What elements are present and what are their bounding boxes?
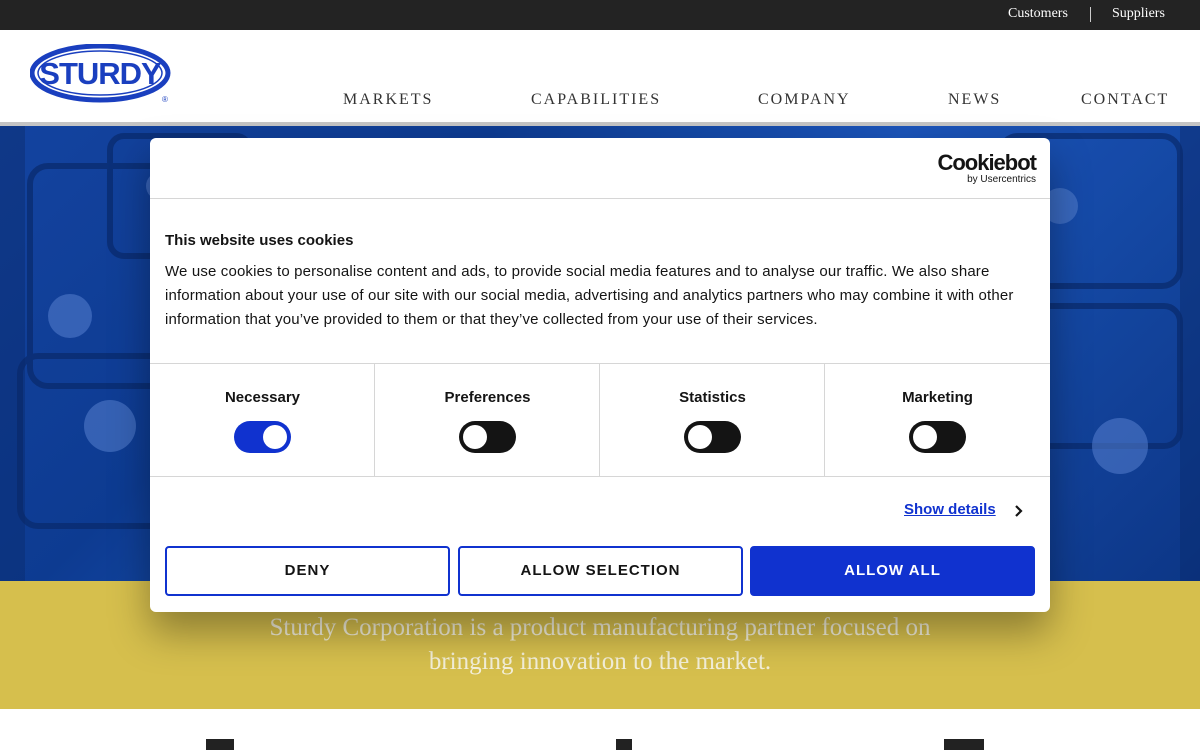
nav-company[interactable]: COMPANY [758, 91, 851, 109]
category-statistics: Statistics [600, 364, 825, 477]
svg-text:®: ® [162, 95, 168, 104]
content-fragment [944, 739, 984, 750]
suppliers-link[interactable]: Suppliers [1112, 6, 1165, 22]
toggle-knob [688, 425, 712, 449]
consent-categories: Necessary Preferences Statistics Marketi… [150, 363, 1050, 477]
category-label: Marketing [902, 389, 973, 406]
tagline-line-2: bringing innovation to the market. [428, 648, 772, 675]
category-label: Necessary [224, 389, 301, 406]
preferences-toggle[interactable] [459, 421, 516, 453]
utility-bar: Customers Suppliers [0, 0, 1200, 30]
site-header: STURDY ® MARKETS CAPABILITIES COMPANY NE… [0, 30, 1200, 122]
category-preferences: Preferences [375, 364, 600, 477]
cookiebot-byline: by Usercentrics [967, 174, 1036, 185]
tagline-line-1: Sturdy Corporation is a product manufact… [269, 614, 931, 641]
content-fragment [616, 739, 632, 750]
lower-content [0, 709, 1200, 750]
nav-contact[interactable]: CONTACT [1081, 91, 1169, 109]
sturdy-logo[interactable]: STURDY ® [30, 44, 172, 104]
deny-button[interactable]: DENY [165, 546, 450, 596]
allow-selection-button[interactable]: ALLOW SELECTION [458, 546, 743, 596]
toggle-knob [463, 425, 487, 449]
category-label: Preferences [444, 389, 531, 406]
marketing-toggle[interactable] [909, 421, 966, 453]
hero-tagline: Sturdy Corporation is a product manufact… [240, 611, 960, 679]
toggle-knob [913, 425, 937, 449]
toggle-knob [263, 425, 287, 449]
category-necessary: Necessary [150, 364, 375, 477]
svg-text:STURDY: STURDY [39, 56, 162, 91]
category-label: Statistics [679, 389, 746, 406]
nav-markets[interactable]: MARKETS [343, 91, 433, 109]
dialog-description: We use cookies to personalise content an… [165, 263, 1014, 328]
show-details-link[interactable]: Show details [904, 501, 996, 518]
cookiebot-wordmark: Cookiebot [937, 150, 1037, 175]
chevron-right-icon[interactable] [1012, 504, 1026, 518]
dialog-title: This website uses cookies [165, 232, 354, 249]
nav-capabilities[interactable]: CAPABILITIES [531, 91, 661, 109]
necessary-toggle[interactable] [234, 421, 291, 453]
category-marketing: Marketing [825, 364, 1050, 477]
nav-news[interactable]: NEWS [948, 91, 1001, 109]
dialog-header: Cookiebot by Usercentrics [150, 138, 1050, 199]
cookie-consent-dialog: Cookiebot by Usercentrics This website u… [150, 138, 1050, 612]
content-fragment [206, 739, 234, 750]
customers-link[interactable]: Customers [1008, 6, 1068, 22]
utility-divider [1090, 7, 1091, 22]
cookiebot-logo[interactable]: Cookiebot by Usercentrics [937, 150, 1037, 186]
allow-all-button[interactable]: ALLOW ALL [750, 546, 1035, 596]
statistics-toggle[interactable] [684, 421, 741, 453]
